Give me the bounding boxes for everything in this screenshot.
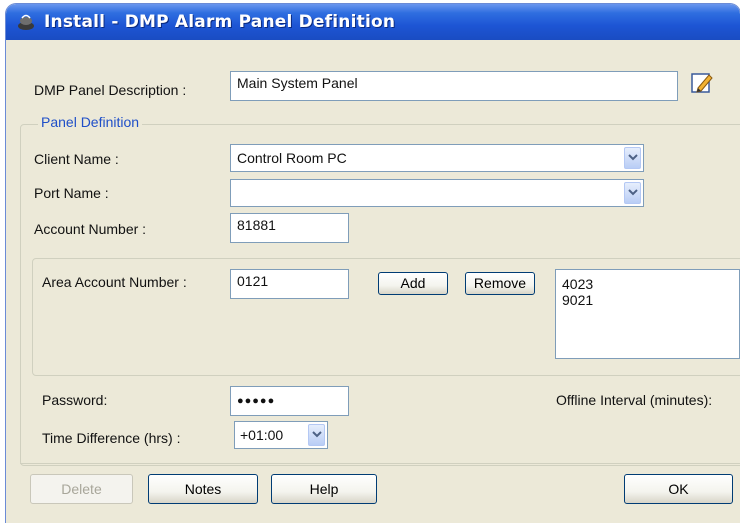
delete-button[interactable]: Delete (30, 474, 133, 504)
account-number-input[interactable]: 81881 (230, 213, 349, 243)
dialog-body: DMP Panel Description : Main System Pane… (6, 40, 740, 523)
time-difference-label: Time Difference (hrs) : (42, 430, 181, 446)
port-name-label: Port Name : (34, 185, 109, 201)
time-difference-value: +01:00 (240, 427, 284, 443)
area-account-list[interactable]: 4023 9021 (555, 269, 740, 359)
client-name-dropdown-button[interactable] (624, 147, 641, 169)
footer-divider (20, 463, 740, 464)
edit-description-button[interactable] (690, 71, 714, 95)
area-account-input[interactable]: 0121 (230, 269, 349, 299)
client-name-label: Client Name : (34, 151, 119, 167)
password-label: Password: (42, 392, 108, 408)
title-bar[interactable]: Install - DMP Alarm Panel Definition (6, 4, 740, 40)
port-name-dropdown-button[interactable] (624, 182, 641, 204)
panel-definition-caption: Panel Definition (38, 114, 143, 130)
list-item[interactable]: 4023 (562, 276, 733, 292)
panel-description-label: DMP Panel Description : (34, 82, 187, 98)
help-button[interactable]: Help (271, 474, 377, 504)
window-title: Install - DMP Alarm Panel Definition (44, 12, 396, 32)
time-difference-select[interactable]: +01:00 (234, 421, 328, 449)
edit-pencil-icon (691, 73, 713, 93)
chevron-down-icon (628, 189, 638, 196)
chevron-down-icon (628, 154, 638, 161)
port-name-select[interactable] (230, 179, 644, 207)
chevron-down-icon (312, 431, 322, 438)
notes-button[interactable]: Notes (148, 474, 258, 504)
list-item[interactable]: 9021 (562, 292, 733, 308)
ok-button[interactable]: OK (624, 474, 733, 504)
time-difference-dropdown-button[interactable] (308, 424, 325, 446)
add-button[interactable]: Add (378, 272, 448, 295)
client-name-select[interactable]: Control Room PC (230, 144, 644, 172)
password-input[interactable]: ●●●●● (230, 386, 349, 416)
remove-button[interactable]: Remove (465, 272, 535, 295)
dialog-window: Install - DMP Alarm Panel Definition DMP… (6, 4, 740, 523)
offline-interval-label: Offline Interval (minutes): (556, 392, 713, 408)
area-account-label: Area Account Number : (42, 274, 187, 290)
client-name-value: Control Room PC (237, 150, 347, 166)
account-number-label: Account Number : (34, 221, 147, 237)
install-icon (18, 14, 34, 30)
panel-description-input[interactable]: Main System Panel (230, 71, 678, 101)
